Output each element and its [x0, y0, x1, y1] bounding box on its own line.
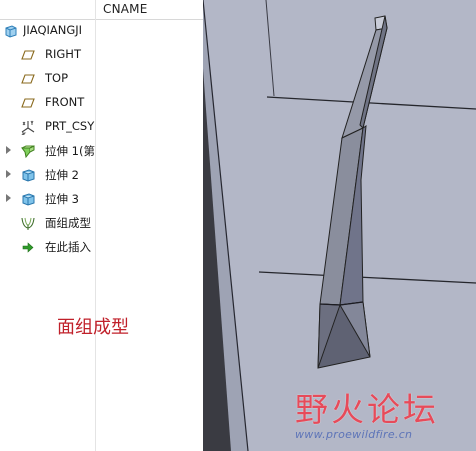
- tree-item-label: TOP: [45, 71, 69, 85]
- model-tree-panel: CNAME JIAQIANGJI RIGHT TOP FRONT PRT_CSY…: [0, 0, 203, 451]
- tree-item-extrude-3[interactable]: 拉伸 3: [0, 188, 95, 210]
- tree-item-label: 在此插入: [45, 240, 91, 254]
- tree-column-header-name[interactable]: [0, 0, 95, 19]
- tree-item-insert-here[interactable]: 在此插入: [0, 236, 95, 258]
- tree-header: CNAME: [0, 0, 203, 451]
- tree-item-top[interactable]: TOP: [0, 68, 95, 90]
- tree-item-extrude-2[interactable]: 拉伸 2: [0, 164, 95, 186]
- tree-root-label: JIAQIANGJI: [23, 23, 83, 37]
- expand-arrow-icon[interactable]: [6, 194, 11, 202]
- tree-column-header-cname[interactable]: CNAME: [103, 2, 148, 16]
- expand-arrow-icon[interactable]: [6, 146, 11, 154]
- tree-root-item[interactable]: JIAQIANGJI: [0, 20, 95, 42]
- tree-item-extrude-1[interactable]: 拉伸 1(第: [0, 140, 95, 162]
- datum-plane-icon: [21, 74, 35, 84]
- part-icon: [5, 25, 17, 38]
- extrude-icon: [22, 169, 35, 182]
- graphics-viewport[interactable]: 野火论坛 www.proewildfire.cn: [203, 0, 476, 451]
- tree-item-prt-csys[interactable]: PRT_CSY: [0, 116, 95, 138]
- extrude-icon: [22, 193, 35, 206]
- tree-item-label: 拉伸 2: [45, 168, 79, 182]
- tree-item-label: PRT_CSY: [45, 119, 95, 133]
- tree-item-right[interactable]: RIGHT: [0, 44, 95, 66]
- coordinate-system-icon: [21, 120, 35, 135]
- boundary-blend-icon: [21, 217, 35, 230]
- tree-item-front[interactable]: FRONT: [0, 92, 95, 114]
- datum-plane-icon: [21, 98, 35, 108]
- datum-plane-icon: [21, 50, 35, 60]
- annotation-text: 面组成型: [57, 317, 129, 338]
- watermark-url: www.proewildfire.cn: [295, 428, 413, 441]
- expand-arrow-icon[interactable]: [6, 170, 11, 178]
- tree-item-label: 拉伸 3: [45, 192, 79, 206]
- tree-item-label: 面组成型: [45, 216, 91, 230]
- insert-here-arrow-icon: [22, 242, 34, 253]
- tree-item-label: RIGHT: [45, 47, 81, 61]
- tree-item-label: FRONT: [45, 95, 85, 109]
- tree-item-quilt-form[interactable]: 面组成型: [0, 212, 95, 234]
- extrude-surface-icon: [21, 145, 35, 159]
- watermark-logo: 野火论坛: [295, 390, 439, 429]
- column-divider[interactable]: [95, 0, 96, 451]
- tree-item-label: 拉伸 1(第: [45, 144, 95, 158]
